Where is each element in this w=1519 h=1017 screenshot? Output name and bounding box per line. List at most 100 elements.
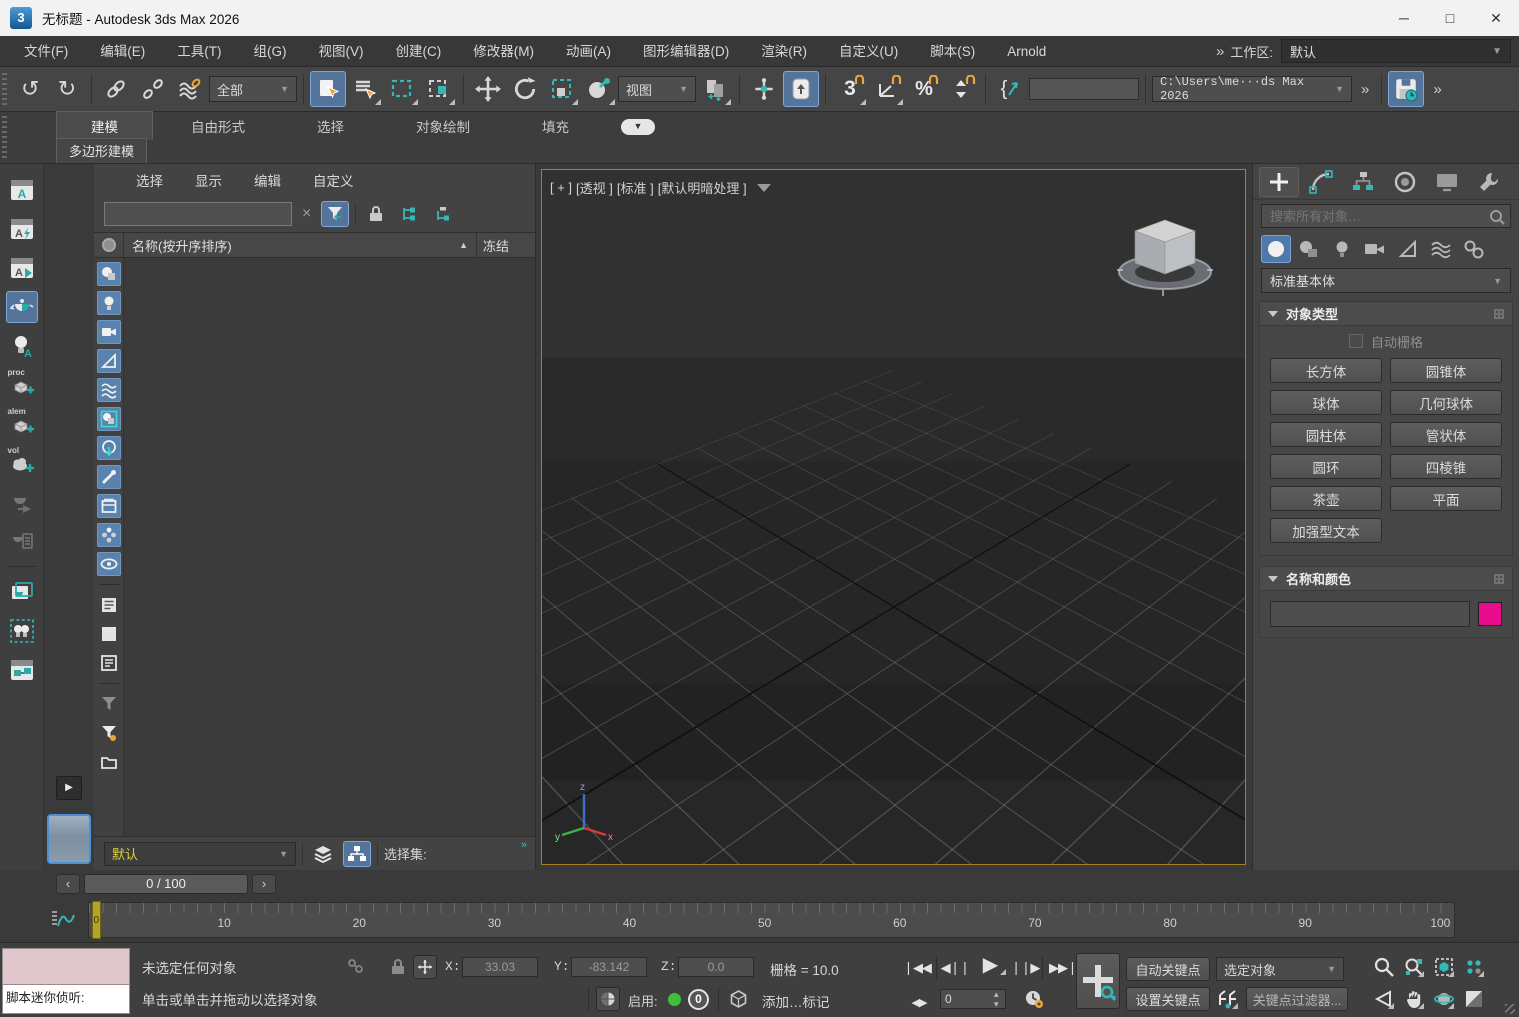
select-and-move-button[interactable]	[470, 71, 506, 107]
tab-motion[interactable]	[1385, 167, 1425, 197]
minimize-button[interactable]: ─	[1381, 0, 1427, 36]
next-frame-button[interactable]: ›	[252, 874, 276, 894]
menu-graph-editors[interactable]: 图形编辑器(D)	[627, 36, 745, 67]
light-lister-icon[interactable]	[6, 615, 38, 647]
select-and-rotate-button[interactable]	[507, 71, 543, 107]
absolute-mode-toggle[interactable]	[413, 955, 437, 979]
tab-modify[interactable]	[1301, 167, 1341, 197]
named-selection-set-field[interactable]	[1029, 78, 1139, 100]
menu-arnold[interactable]: Arnold	[991, 36, 1062, 67]
viewport-filter-icon[interactable]	[757, 184, 771, 192]
tab-hierarchy[interactable]	[1343, 167, 1383, 197]
teapot-list-icon[interactable]	[6, 525, 38, 557]
project-folder-dropdown[interactable]: C:\Users\me···ds Max 2026▼	[1152, 76, 1352, 102]
sort-filter-icon[interactable]	[97, 692, 121, 716]
column-header-name[interactable]: 名称(按升序排序) ▲	[124, 233, 477, 257]
filter-groups-icon[interactable]	[97, 407, 121, 431]
menu-edit[interactable]: 编辑(E)	[84, 36, 161, 67]
select-and-place-button[interactable]	[581, 71, 617, 107]
create-geosphere-button[interactable]: 几何球体	[1390, 390, 1502, 415]
frame-counter[interactable]: 0 / 100	[84, 874, 248, 894]
selection-filter-dropdown[interactable]: 全部▼	[209, 76, 297, 102]
run-script-icon[interactable]: A	[6, 252, 38, 284]
zoom-extents-icon[interactable]	[1432, 955, 1456, 979]
open-mini-curve-editor-icon[interactable]	[48, 906, 78, 934]
search-icon[interactable]	[1489, 209, 1505, 225]
menu-group[interactable]: 组(G)	[238, 36, 303, 67]
custom-filter-icon[interactable]	[97, 721, 121, 745]
ribbon-tab-modeling[interactable]: 建模	[56, 111, 153, 140]
create-sphere-button[interactable]: 球体	[1270, 390, 1382, 415]
filter-xrefs-icon[interactable]	[97, 436, 121, 460]
search-filter-icon[interactable]	[321, 201, 349, 227]
category-geometry-icon[interactable]	[1261, 235, 1291, 263]
create-tube-button[interactable]: 管状体	[1390, 422, 1502, 447]
save-scene-button[interactable]	[1388, 71, 1424, 107]
play-button[interactable]: ▶	[972, 951, 1008, 977]
redo-button[interactable]: ↻	[49, 71, 85, 107]
zoom-extents-all-icon[interactable]	[1462, 955, 1486, 979]
time-tag-shield-icon[interactable]	[596, 987, 620, 1011]
expand-tree-icon[interactable]	[396, 201, 424, 227]
resize-grip[interactable]	[1505, 1004, 1515, 1014]
autogrid-checkbox[interactable]	[1349, 334, 1363, 348]
tab-display[interactable]	[1427, 167, 1467, 197]
category-lights-icon[interactable]	[1327, 235, 1357, 263]
frame-spinner[interactable]: ▴▾	[994, 989, 999, 1009]
select-and-manipulate-button[interactable]	[746, 71, 782, 107]
ribbon-tab-populate[interactable]: 填充	[508, 112, 603, 140]
geometry-category-dropdown[interactable]: 标准基本体▼	[1261, 268, 1511, 293]
category-cameras-icon[interactable]	[1360, 235, 1390, 263]
ribbon-tab-selection[interactable]: 选择	[283, 112, 378, 140]
menu-overflow-icon[interactable]: »	[1216, 43, 1222, 60]
previous-frame-playback-button[interactable]: ◀❘❘	[940, 955, 970, 981]
unlink-selection-icon[interactable]	[135, 71, 171, 107]
selection-lock-icon[interactable]	[386, 955, 410, 979]
collapse-tree-icon[interactable]	[430, 201, 458, 227]
activeshade-teapot-icon[interactable]	[6, 291, 38, 323]
create-textplus-button[interactable]: 加强型文本	[1270, 518, 1382, 543]
object-name-field[interactable]	[1270, 601, 1470, 627]
x-coordinate-field[interactable]	[462, 957, 538, 977]
create-teapot-button[interactable]: 茶壶	[1270, 486, 1382, 511]
ribbon-tab-freeform[interactable]: 自由形式	[157, 112, 279, 140]
tab-create[interactable]	[1259, 167, 1299, 197]
explorer-search-input[interactable]	[104, 202, 292, 226]
pan-hand-icon[interactable]	[1402, 987, 1426, 1011]
field-of-view-icon[interactable]	[1372, 987, 1396, 1011]
menu-modifiers[interactable]: 修改器(M)	[457, 36, 550, 67]
column-header-frozen[interactable]: 冻结	[477, 236, 535, 255]
zoom-icon[interactable]	[1372, 955, 1396, 979]
menu-rendering[interactable]: 渲染(R)	[745, 36, 823, 67]
vol-create-icon[interactable]: vol	[6, 447, 38, 479]
viewport-general-menu[interactable]: [ + ]	[550, 180, 572, 195]
viewcube[interactable]	[1107, 206, 1223, 306]
key-selection-dropdown[interactable]: 选定对象▼	[1216, 957, 1344, 981]
select-object-button[interactable]	[310, 71, 346, 107]
select-and-scale-button[interactable]	[544, 71, 580, 107]
explorer-overflow-icon[interactable]: »	[521, 839, 527, 851]
set-keys-button[interactable]	[1076, 953, 1120, 1009]
clear-search-icon[interactable]: ×	[298, 205, 315, 223]
filter-lights-icon[interactable]	[97, 291, 121, 315]
tab-utilities[interactable]	[1469, 167, 1509, 197]
render-presets-icon[interactable]	[6, 576, 38, 608]
category-systems-icon[interactable]	[1459, 235, 1489, 263]
viewport-render-menu[interactable]: [标准 ]	[617, 178, 654, 197]
category-helpers-icon[interactable]	[1393, 235, 1423, 263]
track-bar[interactable]: 0 10 20 30 40 50 60 70 80 90 100	[88, 902, 1455, 938]
folder-icon[interactable]	[97, 750, 121, 774]
object-color-swatch[interactable]	[1478, 602, 1502, 626]
perspective-viewport[interactable]: [ + ] [透视 ] [标准 ] [默认明暗处理 ] z x	[541, 169, 1246, 865]
viewport-pov-menu[interactable]: [透视 ]	[576, 178, 613, 197]
use-pivot-point-button[interactable]	[697, 71, 733, 107]
undo-button[interactable]: ↻	[12, 71, 48, 107]
category-shapes-icon[interactable]	[1294, 235, 1324, 263]
snap-toggle-3d[interactable]: 3	[832, 71, 868, 107]
listener-label[interactable]: 脚本迷你侦听:	[3, 985, 129, 1013]
window-crossing-toggle[interactable]	[421, 71, 457, 107]
bind-to-space-warp-icon[interactable]	[172, 71, 208, 107]
menu-animation[interactable]: 动画(A)	[550, 36, 627, 67]
name-color-rollout-header[interactable]: 名称和颜色	[1260, 567, 1512, 591]
light-analysis-icon[interactable]: A	[6, 330, 38, 362]
